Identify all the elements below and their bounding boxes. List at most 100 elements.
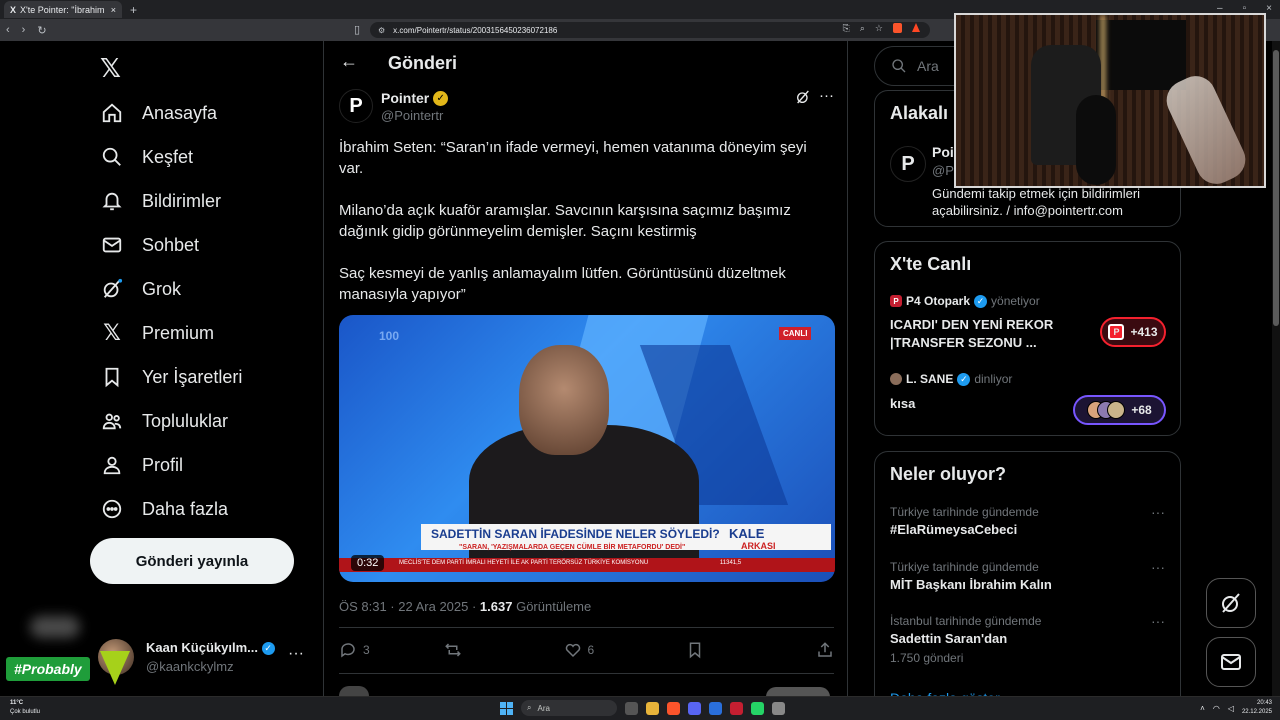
account-switcher[interactable]: Kaan Küçükyılm... ✓ @kaankckylmz ··· (98, 639, 310, 675)
repost-button[interactable] (444, 641, 462, 659)
share-icon[interactable]: ⎘ (843, 23, 850, 34)
x-favicon-icon: X (10, 4, 17, 15)
omnibox-icons: ⎘ ⌕ ☆ (843, 23, 920, 34)
more-horizontal-icon[interactable]: ··· (1151, 559, 1165, 575)
live-join-button[interactable]: P +413 (1100, 317, 1166, 347)
whatsapp-icon[interactable] (751, 701, 764, 715)
video-subheadline: "SARAN, 'YAZIŞMALARDA GEÇEN CÜMLE BİR ME… (459, 544, 686, 551)
host-status: dinliyor (974, 372, 1013, 386)
site-info-icon[interactable]: ⚙ (378, 26, 385, 35)
post-button[interactable]: Gönderi yayınla (90, 538, 294, 584)
verified-badge-icon: ✓ (261, 642, 275, 656)
nav-item-premium[interactable]: 𝕏 Premium (100, 318, 214, 348)
post-timestamp[interactable]: ÖS 8:31 · 22 Ara 2025 · (339, 599, 480, 614)
bookmark-page-icon[interactable]: ▯ (354, 23, 360, 36)
bookmark-icon (689, 642, 701, 659)
video-player[interactable]: 100 CANLI SADETTİN SARAN İFADESİNDE NELE… (339, 315, 835, 582)
file-explorer-icon[interactable] (646, 701, 659, 715)
messages-floating-button[interactable] (1206, 637, 1256, 687)
trend-name[interactable]: #ElaRümeysaCebeci (890, 522, 1017, 537)
more-horizontal-icon[interactable]: ··· (1151, 504, 1165, 520)
brave-rewards-icon[interactable] (912, 23, 920, 32)
search-placeholder: Ara (917, 58, 939, 74)
live-title[interactable]: ICARDI' DEN YENİ REKOR |TRANSFER SEZONU … (890, 316, 1090, 352)
taskbar-search-placeholder: Ara (537, 703, 550, 713)
reload-icon[interactable]: ↻ (37, 24, 46, 37)
listener-avatars (1087, 401, 1126, 419)
nav-item-profile[interactable]: Profil (100, 450, 183, 480)
repost-icon (444, 643, 461, 657)
trend-name[interactable]: Sadettin Saran'dan (890, 631, 1007, 646)
back-nav-icon[interactable]: ‹ (6, 24, 10, 36)
more-horizontal-icon[interactable]: ··· (1151, 613, 1165, 629)
nav-item-explore[interactable]: Keşfet (100, 142, 193, 172)
nav-item-home[interactable]: Anasayfa (100, 98, 217, 128)
like-button[interactable]: 6 (564, 641, 594, 659)
forward-nav-icon[interactable]: › (22, 24, 26, 36)
author-name[interactable]: Pointer ✓ (381, 90, 449, 106)
author-avatar[interactable]: P (339, 89, 373, 123)
grok-floating-button[interactable] (1206, 578, 1256, 628)
nav-item-bookmarks[interactable]: Yer İşaretleri (100, 362, 242, 392)
wifi-icon[interactable]: ◠ (1213, 704, 1220, 713)
live-join-button[interactable]: +68 (1073, 395, 1166, 425)
bookmark-button[interactable] (686, 641, 704, 659)
post-paragraph: Saç kesmeyi de yanlış anlamayalım lütfen… (339, 265, 786, 303)
reply-avatar (339, 686, 369, 696)
left-navigation: 𝕏 Anasayfa Keşfet Bildirimler Sohbet Gro… (0, 41, 323, 696)
settings-icon[interactable] (772, 701, 785, 715)
back-arrow-icon[interactable]: ← (340, 51, 358, 72)
nav-item-notifications[interactable]: Bildirimler (100, 186, 221, 216)
grok-icon[interactable] (795, 89, 811, 109)
task-view-icon[interactable] (625, 701, 638, 715)
related-avatar[interactable]: P (890, 146, 926, 182)
trend-name[interactable]: MİT Başkanı İbrahim Kalın (890, 577, 1052, 592)
post-text: İbrahim Seten: “Saran’ın ifade vermeyi, … (339, 137, 829, 326)
nav-item-grok[interactable]: Grok (100, 274, 181, 304)
url-field[interactable]: ⚙ x.com/Pointertr/status/200315645023607… (370, 22, 930, 38)
new-tab-button[interactable]: + (130, 3, 137, 17)
listener-count: +68 (1131, 403, 1152, 417)
windows-start-icon[interactable] (500, 701, 513, 715)
zoom-icon[interactable]: ⌕ (860, 23, 865, 34)
share-button[interactable] (816, 641, 834, 659)
close-window-icon[interactable]: × (1266, 3, 1272, 14)
nav-item-messages[interactable]: Sohbet (100, 230, 199, 260)
browser-tab[interactable]: X X'te Pointer: "İbrahim Seten: "Sa × (4, 1, 122, 18)
live-host-row[interactable]: L. SANE ✓ dinliyor (890, 372, 1012, 386)
scrollbar-thumb[interactable] (1273, 50, 1279, 326)
host-avatar: P (890, 295, 902, 307)
chevron-up-icon[interactable]: ˄ (1200, 704, 1205, 713)
webcam-monitor (1096, 20, 1186, 90)
author-handle[interactable]: @Pointertr (381, 108, 443, 123)
nav-item-communities[interactable]: Topluluklar (100, 406, 228, 436)
taskbar-search[interactable]: ⌕ Ara (521, 700, 617, 716)
live-host-row[interactable]: P P4 Otopark ✓ yönetiyor (890, 294, 1040, 308)
more-horizontal-icon[interactable]: ··· (288, 645, 304, 663)
nav-item-more[interactable]: Daha fazla (100, 494, 228, 524)
star-icon[interactable]: ☆ (875, 23, 883, 34)
volume-icon[interactable]: ◁ (1228, 704, 1234, 713)
card-title: Alakalı (890, 103, 949, 123)
close-tab-icon[interactable]: × (111, 5, 116, 15)
post-paragraph: Milano’da açık kuaför aramışlar. Savcını… (339, 202, 791, 240)
weather-widget[interactable]: 11°C Çok bulutlu (10, 699, 40, 717)
reply-button[interactable]: 3 (339, 641, 370, 659)
account-handle: @kaankckylmz (146, 659, 234, 674)
card-title: X'te Canlı (890, 254, 972, 274)
app-icon[interactable] (730, 701, 743, 715)
listener-count: +413 (1130, 325, 1158, 339)
live-title[interactable]: kısa (890, 395, 1090, 413)
more-circle-icon (100, 497, 124, 521)
brave-browser-icon[interactable] (667, 701, 680, 715)
search-icon: ⌕ (527, 703, 532, 712)
x-logo-icon[interactable]: 𝕏 (100, 53, 121, 84)
brave-shield-icon[interactable] (893, 23, 902, 33)
stream-overlay-badge: #Probably (6, 657, 90, 681)
video-headline: SADETTİN SARAN İFADESİNDE NELER SÖYLEDİ? (431, 527, 720, 541)
discord-icon[interactable] (688, 701, 701, 715)
app-icon[interactable] (709, 701, 722, 715)
more-options-icon[interactable]: ··· (819, 87, 834, 104)
home-icon (100, 101, 124, 125)
clock[interactable]: 20:43 22.12.2025 (1242, 699, 1272, 717)
